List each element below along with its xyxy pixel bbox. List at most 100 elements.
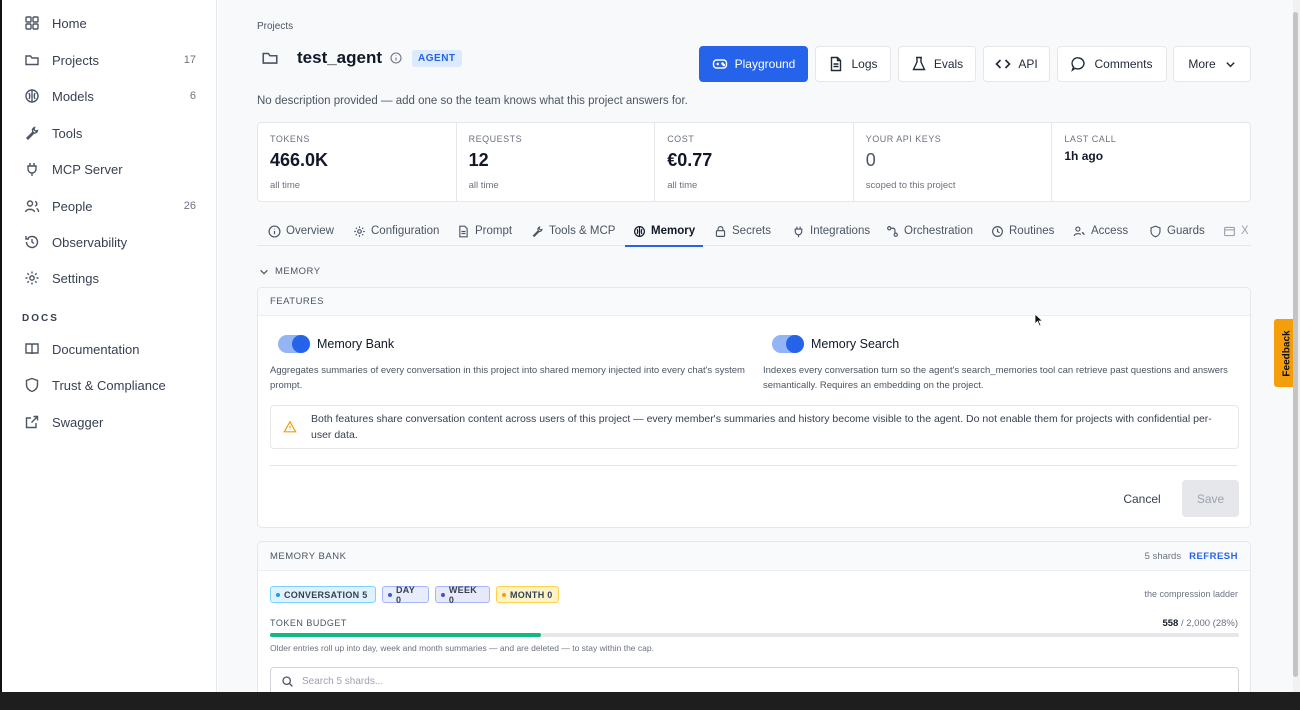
evals-button[interactable]: Evals <box>898 46 976 82</box>
sidebar-item-people[interactable]: People 26 <box>24 193 204 219</box>
info-icon[interactable] <box>390 52 402 64</box>
save-button[interactable]: Save <box>1182 480 1239 517</box>
tab-label: X <box>1241 225 1249 237</box>
main-content: Projects test_agent AGENT Playground Log… <box>218 0 1293 692</box>
memory-bank-title: MEMORY BANK <box>270 550 347 562</box>
tab-label: Memory <box>651 225 696 237</box>
tab-label: Configuration <box>371 225 440 237</box>
sidebar-item-observability[interactable]: Observability <box>24 229 204 255</box>
api-label: API <box>1018 57 1038 71</box>
compression-ladder-link[interactable]: the compression ladder <box>1144 589 1238 599</box>
pill-label: MONTH 0 <box>510 589 553 600</box>
tier-pill[interactable]: DAY 0 <box>382 585 429 605</box>
stat-label: YOUR API KEYS <box>865 134 942 144</box>
chevron-down-icon <box>1225 61 1235 67</box>
tab-access[interactable]: Access <box>1073 216 1128 246</box>
feedback-label: Feedback <box>1281 329 1293 377</box>
plug-icon <box>27 163 37 176</box>
tab-label: Integrations <box>810 225 871 237</box>
tab-memory[interactable]: Memory <box>624 216 704 247</box>
document-icon <box>459 225 468 237</box>
tab-overview[interactable]: Overview <box>268 216 334 246</box>
memory-section-toggle[interactable]: MEMORY <box>259 266 321 277</box>
memory-search-toggle[interactable] <box>772 335 804 353</box>
sidebar-item-home[interactable]: Home <box>24 10 204 36</box>
sidebar-item-swagger[interactable]: Swagger <box>24 409 204 435</box>
tab-tools-mcp[interactable]: Tools & MCP <box>531 216 615 246</box>
cancel-button[interactable]: Cancel <box>1117 481 1167 517</box>
title-row: test_agent AGENT <box>261 48 462 68</box>
more-button[interactable]: More <box>1173 46 1251 82</box>
sidebar-item-label: Trust & Compliance <box>52 377 166 393</box>
project-description: No description provided — add one so the… <box>257 95 688 107</box>
memory-bank-toggle[interactable] <box>278 335 310 353</box>
sidebar-item-trust-compliance[interactable]: Trust & Compliance <box>24 372 204 398</box>
memory-bank-heading: MEMORY BANK 5 shards REFRESH <box>258 542 1250 571</box>
sidebar: Home Projects 17 Models 6 Tools MCP Serv… <box>0 0 217 692</box>
stats-panel: TOKENS 466.0K all time REQUESTS 12 all t… <box>257 122 1251 202</box>
page-title: test_agent <box>297 48 383 67</box>
tab-label: Access <box>1091 225 1129 237</box>
sidebar-item-models[interactable]: Models 6 <box>24 83 204 109</box>
shard-search-input[interactable]: Search 5 shards... <box>270 667 1239 692</box>
chevron-down-icon <box>260 269 268 275</box>
sidebar-item-label: Documentation <box>52 341 140 357</box>
memory-bank-label: Memory Bank <box>317 337 395 351</box>
gamepad-icon <box>712 59 727 69</box>
section-label: MEMORY <box>275 266 321 277</box>
playground-label: Playground <box>734 57 796 71</box>
tab-guards[interactable]: Guards <box>1149 216 1205 246</box>
sidebar-item-count: 6 <box>189 90 196 102</box>
comments-button[interactable]: Comments <box>1057 46 1167 82</box>
tab-secrets[interactable]: Secrets <box>714 216 771 246</box>
mouse-cursor-icon <box>1034 313 1044 327</box>
sidebar-item-documentation[interactable]: Documentation <box>24 336 204 362</box>
memory-bank-card: MEMORY BANK 5 shards REFRESH CONVERSATIO… <box>257 541 1251 692</box>
gear-icon <box>354 225 365 237</box>
scrollbar-thumb[interactable] <box>1293 12 1298 677</box>
stat-label: LAST CALL <box>1064 134 1117 144</box>
playground-button[interactable]: Playground <box>699 46 808 82</box>
tab-routines[interactable]: Routines <box>991 216 1054 246</box>
stat-tokens: TOKENS 466.0K all time <box>258 123 457 201</box>
tab-integrations[interactable]: Integrations <box>792 216 870 246</box>
tab-overflow[interactable]: X <box>1223 216 1249 246</box>
token-rest: / 2,000 (28%) <box>1178 618 1238 629</box>
tab-configuration[interactable]: Configuration <box>353 216 439 246</box>
stat-label: TOKENS <box>270 134 310 144</box>
stat-sub: all time <box>667 180 698 191</box>
stat-value: 12 <box>468 150 489 170</box>
sidebar-item-settings[interactable]: Settings <box>24 265 204 291</box>
refresh-button[interactable]: REFRESH <box>1189 551 1238 562</box>
divider <box>270 465 1238 466</box>
book-icon <box>25 343 39 355</box>
token-budget-value: 558 / 2,000 (28%) <box>1162 618 1238 629</box>
user-key-icon <box>1073 225 1085 236</box>
search-placeholder: Search 5 shards... <box>302 675 384 687</box>
tab-prompt[interactable]: Prompt <box>457 216 512 246</box>
lock-icon <box>715 225 726 237</box>
document-icon <box>831 56 842 72</box>
tier-pill[interactable]: WEEK 0 <box>435 584 490 605</box>
memory-bank-description: Aggregates summaries of every conversati… <box>270 365 745 391</box>
toggle-knob <box>292 335 310 353</box>
info-icon <box>268 224 281 238</box>
comments-label: Comments <box>1094 57 1153 71</box>
sidebar-item-tools[interactable]: Tools <box>24 120 204 146</box>
sidebar-item-projects[interactable]: Projects 17 <box>24 47 204 73</box>
api-button[interactable]: API <box>983 46 1050 82</box>
warning-text: Both features share conversation content… <box>311 413 1212 441</box>
sidebar-item-count: 26 <box>183 200 196 212</box>
breadcrumb[interactable]: Projects <box>257 21 293 32</box>
tab-label: Prompt <box>475 225 513 237</box>
logs-button[interactable]: Logs <box>815 46 891 82</box>
sidebar-item-mcp-server[interactable]: MCP Server <box>24 156 204 182</box>
tier-pill[interactable]: MONTH 0 <box>496 586 559 603</box>
sidebar-item-label: MCP Server <box>52 161 123 177</box>
pill-label: WEEK 0 <box>448 584 478 605</box>
tab-orchestration[interactable]: Orchestration <box>886 216 973 246</box>
page-scrollbar[interactable] <box>1293 0 1300 692</box>
stat-value: 1h ago <box>1064 149 1104 163</box>
tab-bar: Overview Configuration Prompt Tools & MC… <box>257 216 1251 247</box>
tier-pill[interactable]: CONVERSATION 5 <box>270 586 376 603</box>
